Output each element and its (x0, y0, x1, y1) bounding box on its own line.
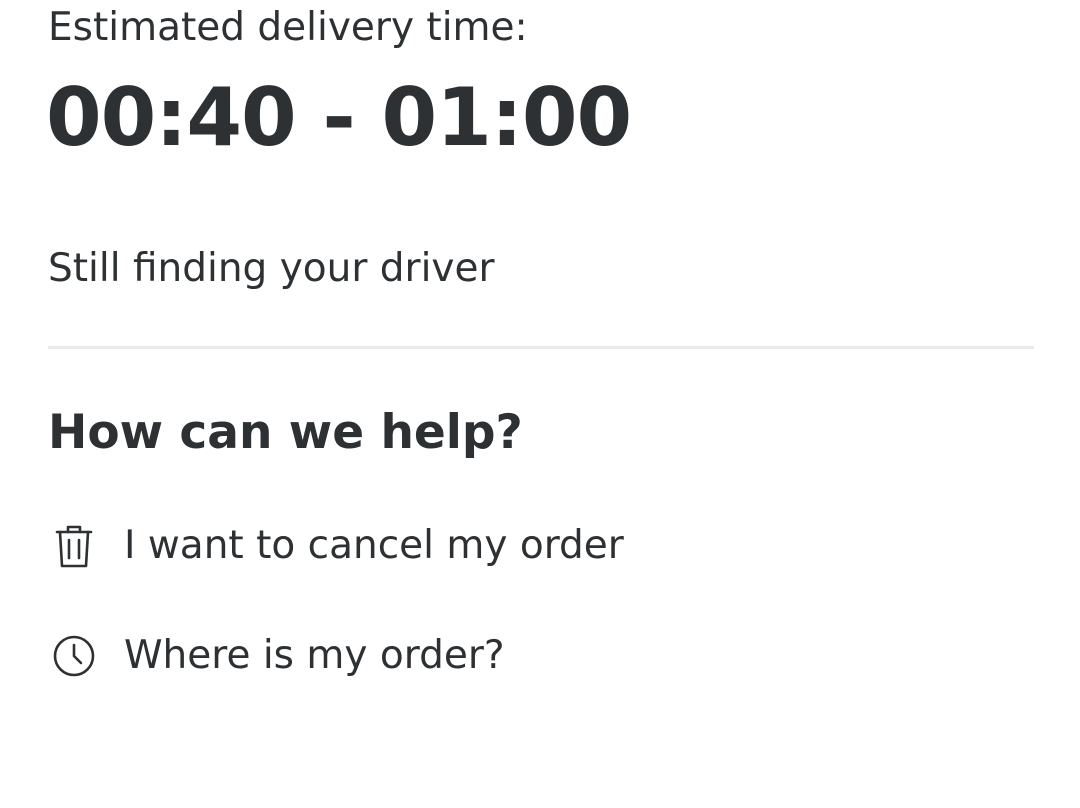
eta-range: 00:40 - 01:00 (46, 71, 632, 164)
help-heading: How can we help? (48, 405, 523, 460)
estimated-delivery-label: Estimated delivery time: (48, 5, 528, 50)
cancel-order-label: I want to cancel my order (124, 523, 624, 568)
cancel-order-option[interactable]: I want to cancel my order (48, 516, 748, 576)
trash-icon (48, 520, 100, 572)
clock-icon (48, 630, 100, 682)
where-is-order-option[interactable]: Where is my order? (48, 626, 748, 686)
where-is-order-label: Where is my order? (124, 633, 505, 678)
driver-status: Still finding your driver (48, 246, 495, 291)
divider (48, 346, 1034, 349)
